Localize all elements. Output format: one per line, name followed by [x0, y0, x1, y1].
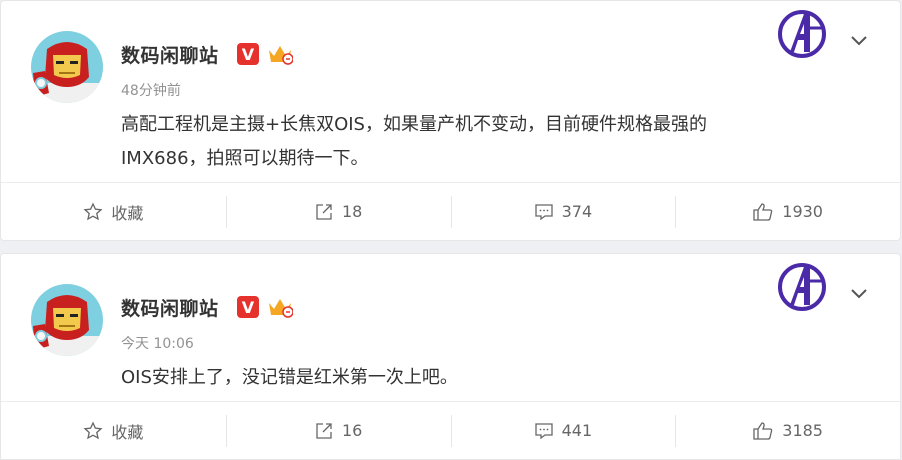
like-button[interactable]: 3185	[675, 402, 900, 459]
comment-count: 441	[561, 421, 593, 440]
crown-icon[interactable]	[267, 295, 293, 319]
post-text-line: 高配工程机是主摄+长焦双OIS，如果量产机不变动，目前硬件规格最强的	[121, 114, 707, 135]
chevron-down-icon[interactable]	[847, 282, 871, 306]
avatar[interactable]	[31, 31, 103, 103]
svg-text:V: V	[242, 298, 255, 317]
avatar[interactable]	[31, 284, 103, 356]
post-time[interactable]: 48分钟前	[121, 80, 181, 100]
avengers-logo-icon	[774, 6, 830, 62]
weibo-post-card: 数码闲聊站 V 今天 10:06 OIS安排上了，没记错是红米第一次上吧。 收藏…	[0, 253, 901, 460]
favorite-label: 收藏	[111, 203, 144, 223]
iron-man-avatar-icon	[31, 284, 103, 356]
iron-man-avatar-icon	[31, 31, 103, 103]
action-bar: 收藏 18 374 1930	[1, 182, 900, 240]
favorite-button[interactable]: 收藏	[1, 183, 226, 240]
comment-button[interactable]: 441	[450, 402, 676, 459]
crown-icon[interactable]	[267, 42, 293, 66]
post-text-line: IMX686，拍照可以期待一下。	[121, 148, 369, 169]
favorite-label: 收藏	[111, 422, 144, 442]
star-icon	[83, 420, 103, 439]
like-icon	[753, 202, 773, 221]
like-button[interactable]: 1930	[675, 183, 900, 240]
post-time[interactable]: 今天 10:06	[121, 333, 194, 353]
repost-icon	[316, 422, 332, 439]
like-icon	[753, 421, 773, 440]
post-text: OIS安排上了，没记错是红米第一次上吧。	[121, 361, 821, 395]
post-text: 高配工程机是主摄+长焦双OIS，如果量产机不变动，目前硬件规格最强的 IMX68…	[121, 108, 821, 176]
comment-count: 374	[561, 202, 593, 221]
like-count: 1930	[782, 202, 823, 221]
repost-button[interactable]: 18	[225, 183, 451, 240]
repost-icon	[316, 203, 332, 220]
chevron-down-icon[interactable]	[847, 29, 871, 53]
star-icon	[83, 201, 103, 220]
verified-icon: V	[237, 43, 259, 65]
post-text-line: OIS安排上了，没记错是红米第一次上吧。	[121, 367, 458, 388]
favorite-button[interactable]: 收藏	[1, 402, 226, 459]
svg-text:V: V	[242, 45, 255, 64]
repost-count: 18	[341, 202, 363, 221]
comment-button[interactable]: 374	[450, 183, 676, 240]
avengers-logo-icon	[774, 259, 830, 315]
author-name[interactable]: 数码闲聊站	[121, 294, 219, 321]
repost-button[interactable]: 16	[225, 402, 451, 459]
action-bar: 收藏 16 441 3185	[1, 401, 900, 459]
author-name[interactable]: 数码闲聊站	[121, 41, 219, 68]
repost-count: 16	[341, 421, 363, 440]
like-count: 3185	[782, 421, 823, 440]
weibo-post-card: 数码闲聊站 V 48分钟前 高配工程机是主摄+长焦双OIS，如果量产机不变动，目…	[0, 0, 901, 241]
comment-icon	[534, 422, 553, 439]
comment-icon	[534, 203, 553, 220]
verified-icon: V	[237, 296, 259, 318]
